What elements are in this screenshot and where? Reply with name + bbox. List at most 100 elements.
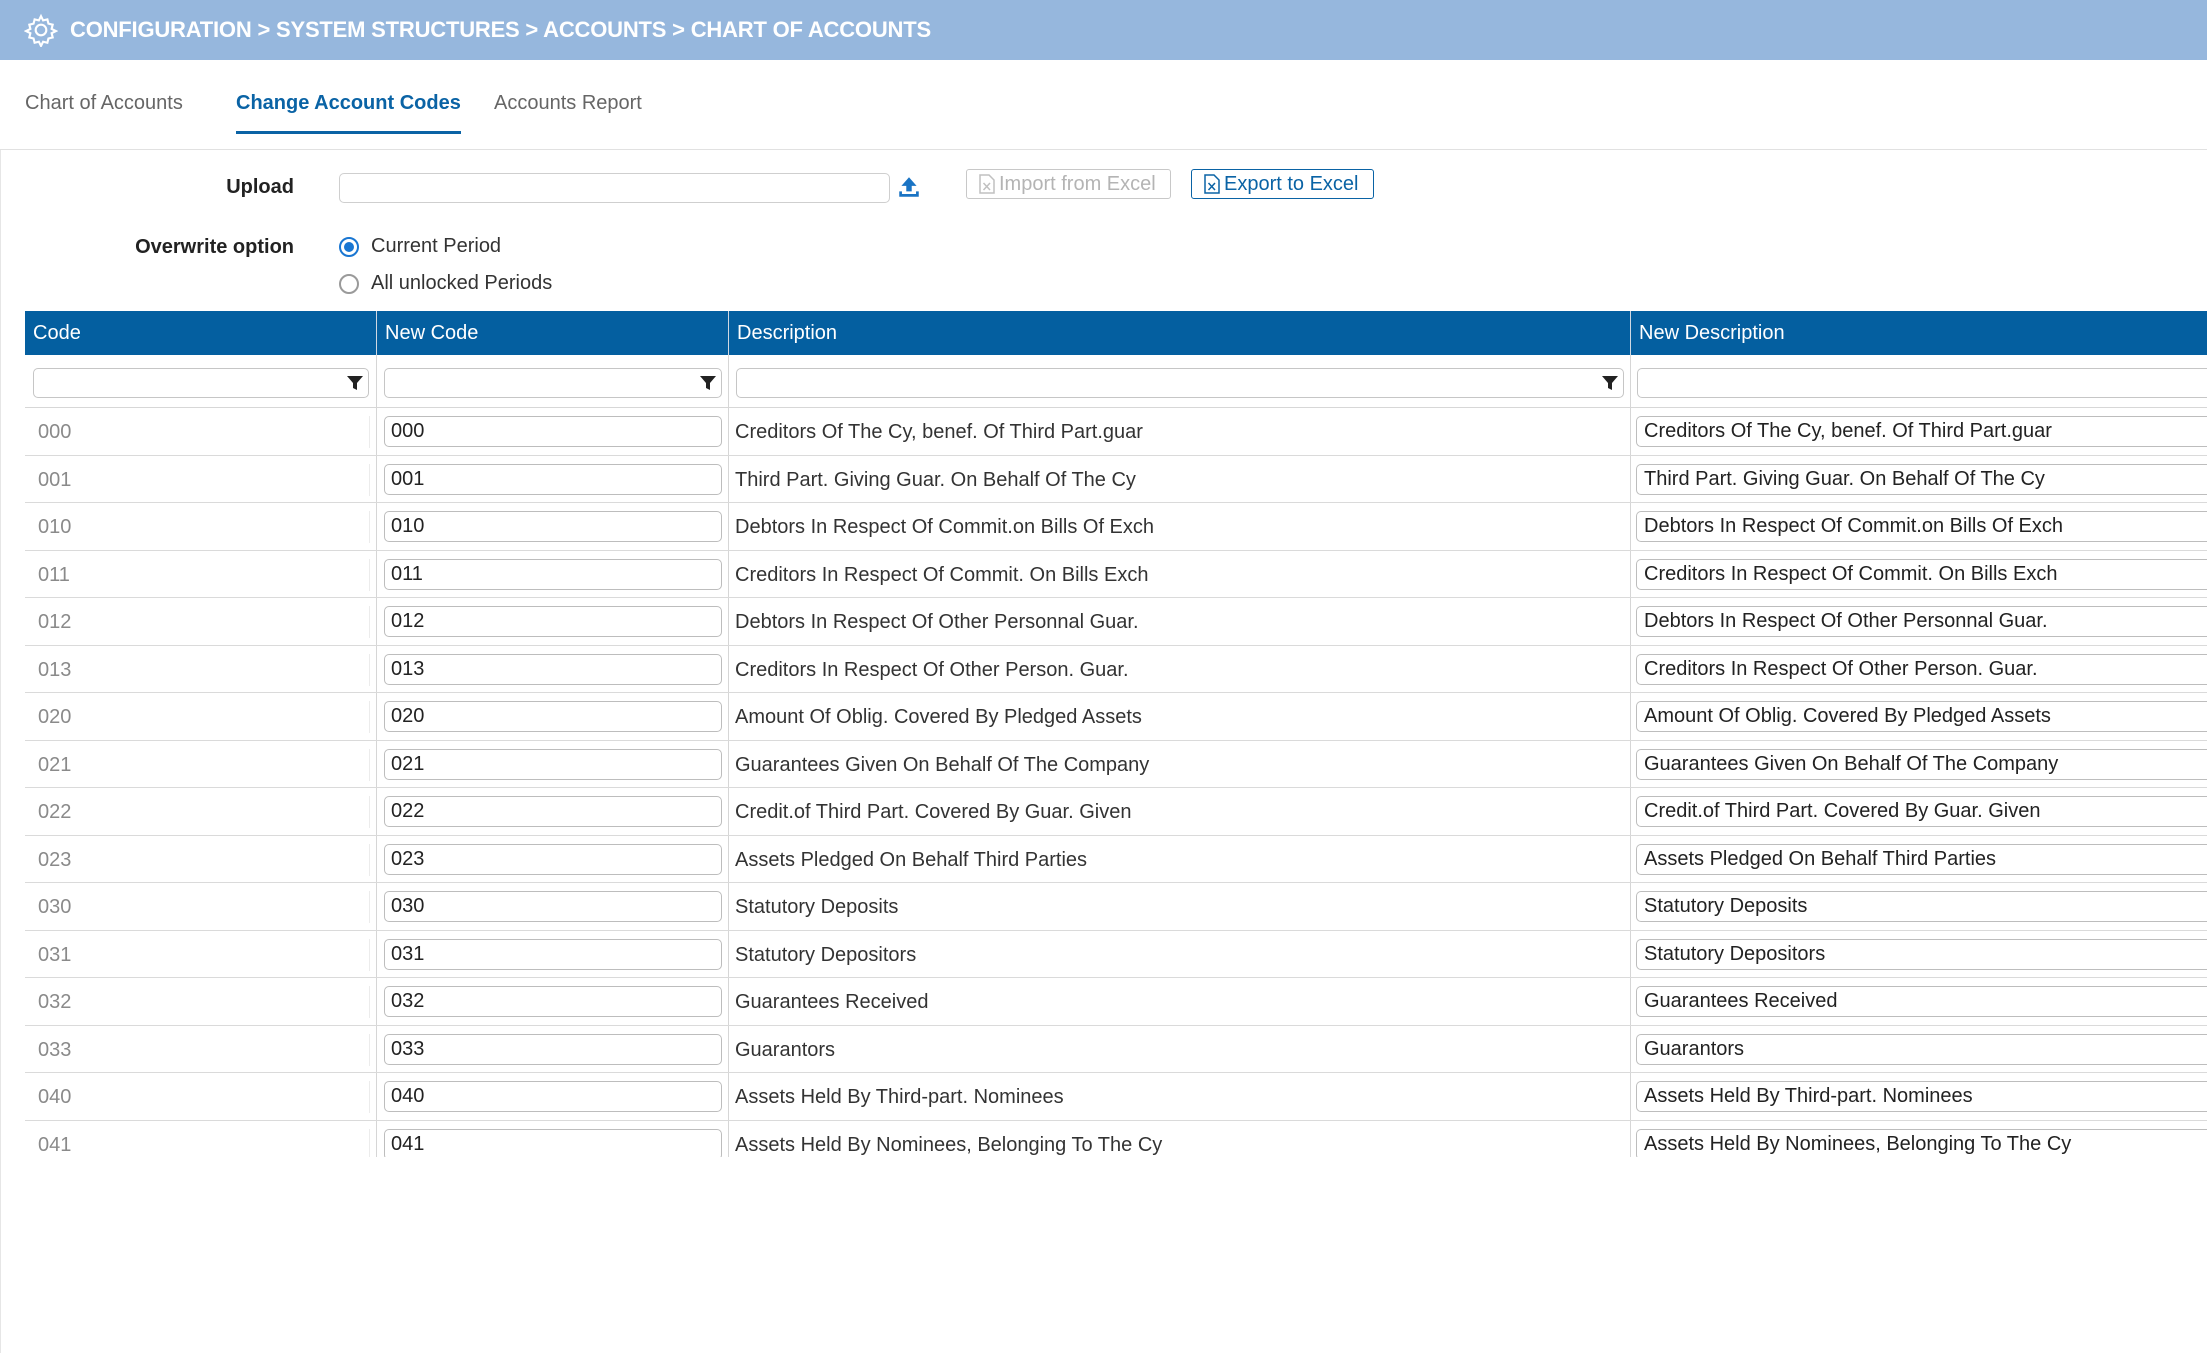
page-left-border bbox=[0, 150, 1, 1353]
radio-unselected-icon bbox=[339, 273, 359, 294]
radio-selected-icon bbox=[339, 236, 359, 257]
code-filter-input[interactable] bbox=[33, 368, 369, 398]
code-cell: 032 bbox=[25, 986, 370, 1018]
code-cell: 012 bbox=[25, 606, 370, 638]
radio-label: Current Period bbox=[371, 235, 502, 257]
tab-accounts-report[interactable]: Accounts Report bbox=[494, 92, 642, 134]
upload-label: Upload bbox=[226, 176, 294, 198]
description-cell: Third Part. Giving Guar. On Behalf Of Th… bbox=[735, 468, 1136, 491]
new-description-input[interactable]: Amount Of Oblig. Covered By Pledged Asse… bbox=[1636, 701, 2207, 732]
code-cell: 001 bbox=[25, 463, 370, 496]
description-cell: Assets Held By Third-part. Nominees bbox=[735, 1086, 1064, 1108]
column-header-description[interactable]: Description bbox=[729, 311, 1631, 355]
column-header-code[interactable]: Code bbox=[25, 311, 377, 355]
new-code-filter-input[interactable] bbox=[384, 368, 722, 398]
description-cell: Assets Pledged On Behalf Third Parties bbox=[735, 848, 1088, 871]
code-cell: 000 bbox=[25, 416, 370, 448]
new-code-input[interactable]: 023 bbox=[384, 843, 722, 875]
filter-funnel-icon[interactable] bbox=[1601, 374, 1619, 392]
table-row: 013 013 Creditors In Respect Of Other Pers… bbox=[25, 646, 2207, 693]
upload-icon[interactable] bbox=[896, 173, 922, 201]
new-description-input[interactable]: Assets Pledged On Behalf Third Parties bbox=[1636, 843, 2207, 875]
description-cell: Debtors In Respect Of Commit.on Bills Of… bbox=[735, 516, 1155, 538]
new-description-filter-input[interactable] bbox=[1637, 368, 2207, 398]
column-header-new-description[interactable]: New Description bbox=[1631, 311, 2207, 355]
new-code-input[interactable]: 033 bbox=[384, 1033, 722, 1065]
export-label: Export to Excel bbox=[1224, 172, 1359, 195]
description-cell: Credit.of Third Part. Covered By Guar. G… bbox=[735, 801, 1132, 823]
new-description-input[interactable]: Guarantees Received bbox=[1636, 986, 2207, 1017]
table-row: 021 021 Guarantees Given On Behalf Of The … bbox=[25, 741, 2207, 788]
description-cell: Guarantors bbox=[735, 1038, 836, 1061]
new-code-input[interactable]: 011 bbox=[384, 558, 722, 590]
new-code-input[interactable]: 041 bbox=[384, 1128, 722, 1157]
description-filter-input[interactable] bbox=[736, 368, 1624, 398]
table-row: 030 030 Statutory Deposits Statutory Deposi… bbox=[25, 883, 2207, 931]
description-cell: Statutory Depositors bbox=[735, 943, 917, 966]
table-row: 031 031 Statutory Depositors Statutory Depo… bbox=[25, 931, 2207, 978]
new-description-input[interactable]: Debtors In Respect Of Other Personnal Gu… bbox=[1636, 606, 2207, 637]
settings-gear-icon[interactable] bbox=[24, 13, 58, 47]
table-row: 023 023 Assets Pledged On Behalf Third Par… bbox=[25, 836, 2207, 883]
radio-current-period[interactable]: Current Period bbox=[339, 235, 501, 258]
new-code-input[interactable]: 000 bbox=[384, 416, 722, 447]
new-code-input[interactable]: 001 bbox=[384, 463, 722, 495]
code-cell: 031 bbox=[25, 938, 370, 971]
column-header-new-code[interactable]: New Code bbox=[377, 311, 729, 355]
table-row: 022 022 Credit.of Third Part. Covered By G… bbox=[25, 788, 2207, 836]
new-description-input[interactable]: Statutory Depositors bbox=[1636, 938, 2207, 970]
new-description-input[interactable]: Debtors In Respect Of Commit.on Bills Of… bbox=[1636, 511, 2207, 542]
new-code-input[interactable]: 010 bbox=[384, 511, 722, 542]
new-code-input[interactable]: 013 bbox=[384, 653, 722, 685]
code-cell: 013 bbox=[25, 653, 370, 686]
breadcrumb[interactable]: CONFIGURATION > SYSTEM STRUCTURES > ACCO… bbox=[70, 17, 931, 43]
grid-header: Code New Code Description New Descriptio… bbox=[25, 311, 2207, 355]
code-cell: 020 bbox=[25, 701, 370, 733]
filter-funnel-icon[interactable] bbox=[699, 374, 717, 392]
description-cell: Creditors Of The Cy, benef. Of Third Par… bbox=[735, 421, 1143, 443]
tab-chart-of-accounts[interactable]: Chart of Accounts bbox=[25, 92, 183, 134]
new-description-input[interactable]: Assets Held By Third-part. Nominees bbox=[1636, 1081, 2207, 1112]
table-row: 020 020 Amount Of Oblig. Covered By Pledge… bbox=[25, 693, 2207, 741]
new-description-input[interactable]: Assets Held By Nominees, Belonging To Th… bbox=[1636, 1128, 2207, 1157]
table-row: 040 040 Assets Held By Third-part. Nominee… bbox=[25, 1073, 2207, 1121]
code-cell: 033 bbox=[25, 1033, 370, 1066]
description-cell: Creditors In Respect Of Commit. On Bills… bbox=[735, 563, 1149, 586]
export-to-excel-button[interactable]: Export to Excel bbox=[1191, 169, 1374, 199]
new-description-input[interactable]: Credit.of Third Part. Covered By Guar. G… bbox=[1636, 796, 2207, 827]
new-code-input[interactable]: 020 bbox=[384, 701, 722, 732]
import-from-excel-button[interactable]: Import from Excel bbox=[966, 169, 1171, 199]
new-description-input[interactable]: Creditors Of The Cy, benef. Of Third Par… bbox=[1636, 416, 2207, 447]
table-row: 000 000 Creditors Of The Cy, benef. Of Thi… bbox=[25, 408, 2207, 456]
excel-file-icon bbox=[979, 174, 995, 194]
tab-change-account-codes[interactable]: Change Account Codes bbox=[236, 92, 461, 134]
description-cell: Assets Held By Nominees, Belonging To Th… bbox=[735, 1133, 1163, 1156]
code-cell: 030 bbox=[25, 891, 370, 923]
table-row: 011 011 Creditors In Respect Of Commit. On… bbox=[25, 551, 2207, 598]
upload-file-input[interactable] bbox=[339, 173, 890, 203]
new-description-input[interactable]: Guarantors bbox=[1636, 1033, 2207, 1065]
new-code-input[interactable]: 030 bbox=[384, 891, 722, 922]
filter-funnel-icon[interactable] bbox=[346, 374, 364, 392]
table-row: 010 010 Debtors In Respect Of Commit.on Bi… bbox=[25, 503, 2207, 551]
new-code-input[interactable]: 012 bbox=[384, 606, 722, 637]
code-cell: 040 bbox=[25, 1081, 370, 1113]
table-row: 041 041 Assets Held By Nominees, Belonging… bbox=[25, 1121, 2207, 1157]
new-description-input[interactable]: Guarantees Given On Behalf Of The Compan… bbox=[1636, 748, 2207, 780]
new-code-input[interactable]: 040 bbox=[384, 1081, 722, 1112]
code-cell: 041 bbox=[25, 1128, 370, 1157]
radio-all-unlocked-periods[interactable]: All unlocked Periods bbox=[339, 272, 552, 295]
code-cell: 023 bbox=[25, 843, 370, 876]
filter-row bbox=[25, 355, 2207, 408]
new-code-input[interactable]: 022 bbox=[384, 796, 722, 827]
new-code-input[interactable]: 021 bbox=[384, 748, 722, 780]
new-description-input[interactable]: Creditors In Respect Of Other Person. Gu… bbox=[1636, 653, 2207, 685]
new-code-input[interactable]: 032 bbox=[384, 986, 722, 1017]
new-description-input[interactable]: Statutory Deposits bbox=[1636, 891, 2207, 922]
new-description-input[interactable]: Creditors In Respect Of Commit. On Bills… bbox=[1636, 558, 2207, 590]
overwrite-option-label: Overwrite option bbox=[135, 236, 294, 258]
description-cell: Creditors In Respect Of Other Person. Gu… bbox=[735, 658, 1129, 681]
new-code-input[interactable]: 031 bbox=[384, 938, 722, 970]
description-cell: Debtors In Respect Of Other Personnal Gu… bbox=[735, 611, 1139, 633]
new-description-input[interactable]: Third Part. Giving Guar. On Behalf Of Th… bbox=[1636, 463, 2207, 495]
